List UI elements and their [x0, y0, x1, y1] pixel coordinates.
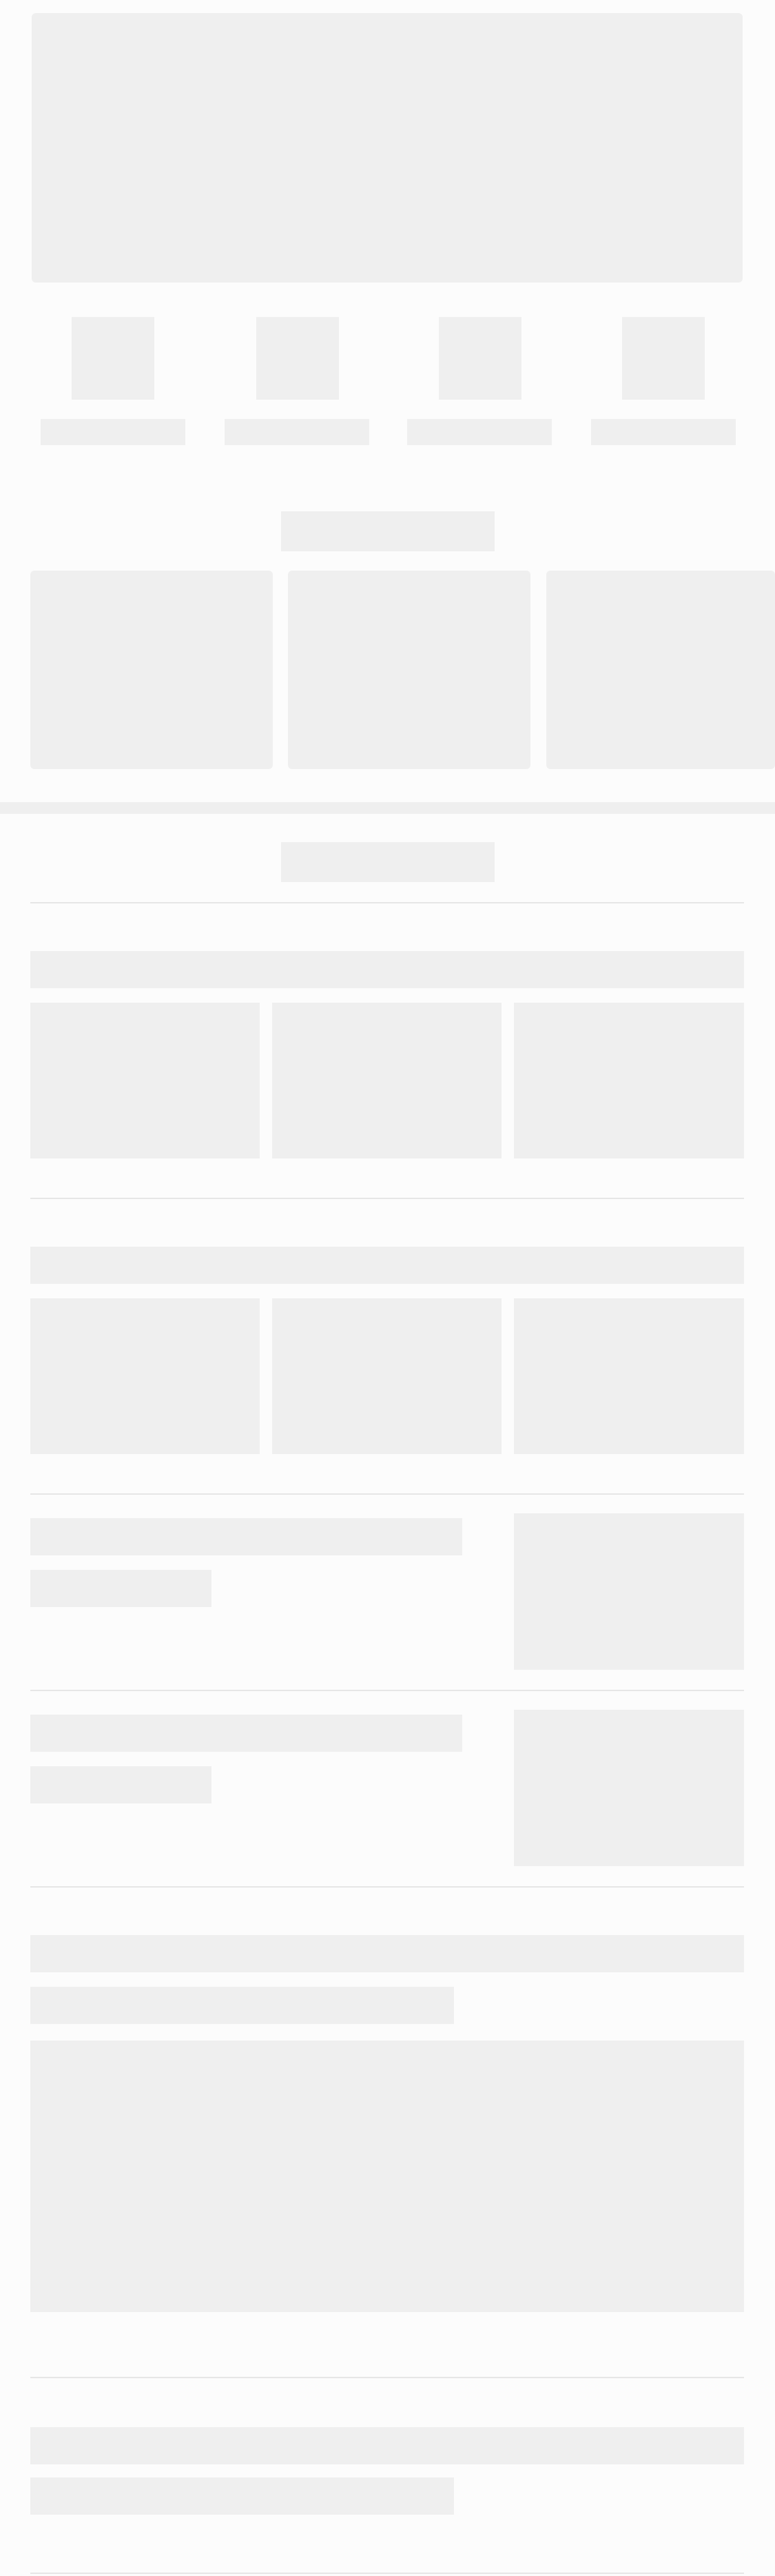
- category-icon-placeholder[interactable]: [72, 317, 154, 400]
- article-subtitle-placeholder: [30, 2477, 454, 2515]
- grid-item-placeholder[interactable]: [30, 1003, 260, 1158]
- category-label-placeholder: [41, 419, 185, 445]
- list-item-subtitle-placeholder: [30, 1766, 211, 1803]
- article-title-placeholder: [30, 2427, 744, 2464]
- list-item-subtitle-placeholder: [30, 1570, 211, 1607]
- list-item-thumbnail-placeholder[interactable]: [514, 1513, 744, 1670]
- section-separator: [0, 802, 775, 814]
- article-title-placeholder: [30, 1935, 744, 1972]
- category-label-placeholder: [225, 419, 369, 445]
- category-label-placeholder: [407, 419, 552, 445]
- subsection-heading-placeholder: [30, 951, 744, 988]
- section-title-placeholder: [281, 842, 495, 882]
- category-icon-placeholder[interactable]: [622, 317, 705, 400]
- category-label-placeholder: [591, 419, 736, 445]
- hero-banner-placeholder[interactable]: [32, 13, 743, 283]
- grid-item-placeholder[interactable]: [272, 1298, 502, 1454]
- category-icon-placeholder[interactable]: [439, 317, 521, 400]
- divider: [30, 1198, 744, 1199]
- list-item-title-placeholder: [30, 1518, 462, 1555]
- subsection-heading-placeholder: [30, 1247, 744, 1284]
- section-title-placeholder: [281, 511, 495, 551]
- divider: [30, 1886, 744, 1888]
- list-item-thumbnail-placeholder[interactable]: [514, 1710, 744, 1866]
- grid-item-placeholder[interactable]: [514, 1003, 744, 1158]
- divider: [30, 1690, 744, 1691]
- divider: [30, 1493, 744, 1495]
- divider: [30, 2573, 744, 2574]
- article-media-placeholder[interactable]: [30, 2041, 744, 2312]
- grid-item-placeholder[interactable]: [30, 1298, 260, 1454]
- article-subtitle-placeholder: [30, 1987, 454, 2024]
- carousel-card-placeholder[interactable]: [546, 571, 775, 769]
- list-item-title-placeholder: [30, 1715, 462, 1752]
- carousel-card-placeholder[interactable]: [288, 571, 530, 769]
- category-icon-placeholder[interactable]: [256, 317, 339, 400]
- grid-item-placeholder[interactable]: [272, 1003, 502, 1158]
- divider: [30, 902, 744, 903]
- grid-item-placeholder[interactable]: [514, 1298, 744, 1454]
- divider: [30, 2377, 744, 2378]
- carousel-card-placeholder[interactable]: [30, 571, 273, 769]
